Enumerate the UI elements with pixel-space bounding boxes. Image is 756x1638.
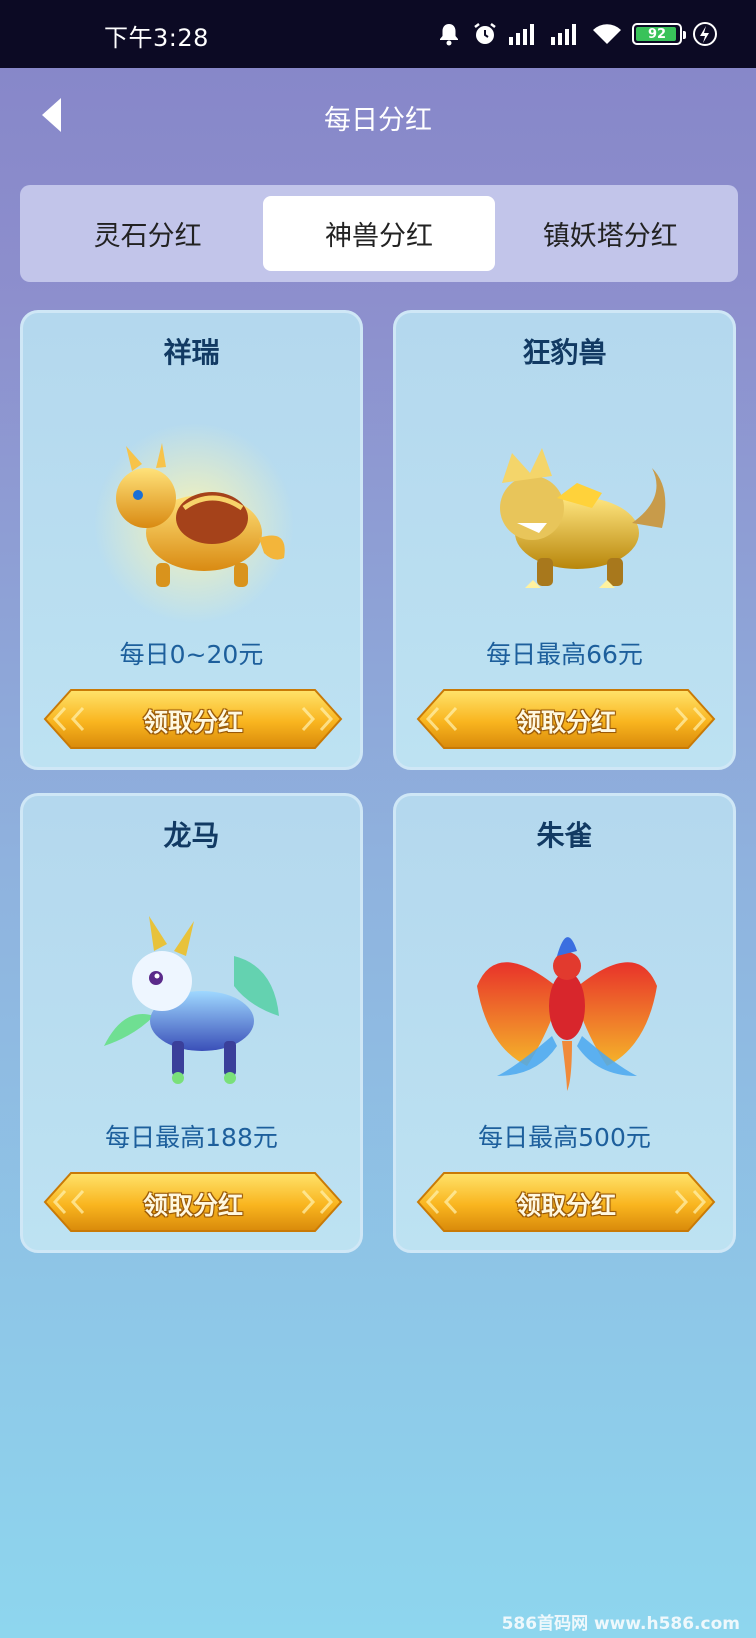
beast-name: 龙马: [163, 819, 220, 852]
red-phoenix-icon: [477, 937, 657, 1091]
beast-card-leopard: 狂豹兽 每日最高66元 领取分红: [393, 310, 736, 770]
claim-dividend-button[interactable]: 领取分红: [43, 1171, 343, 1233]
beast-card-phoenix: 朱雀 每日最高500元 领取分红: [393, 793, 736, 1253]
page-title: 每日分红: [324, 105, 432, 136]
reward-text: 每日最高188元: [105, 1123, 278, 1152]
battery-icon: 92: [632, 23, 686, 45]
signal-icon-2: [551, 24, 576, 45]
wifi-icon: [593, 24, 621, 44]
reward-text: 每日0~20元: [119, 640, 264, 669]
page-header: 每日分红: [0, 68, 756, 164]
tab-spirit-stone[interactable]: 灵石分红: [32, 196, 263, 271]
battery-level: 92: [647, 26, 667, 42]
status-bar: 下午3:28 92: [0, 0, 756, 68]
beast-card-dragon-horse: 龙马 每日最高188元 领取分红: [20, 793, 363, 1253]
beast-name: 狂豹兽: [522, 336, 607, 369]
charging-icon: [693, 22, 717, 46]
reward-text: 每日最高500元: [478, 1123, 651, 1152]
status-icons: 92: [436, 14, 718, 54]
reward-text: 每日最高66元: [486, 640, 643, 669]
claim-dividend-button[interactable]: 领取分红: [416, 688, 716, 750]
beast-card-xiangrui: 祥瑞 每日0~20元 领取分红: [20, 310, 363, 770]
beast-name: 朱雀: [536, 819, 593, 852]
status-time: 下午3:28: [104, 24, 209, 52]
alarm-clock-icon: [474, 23, 496, 44]
bell-icon: [440, 24, 458, 46]
claim-dividend-button[interactable]: 领取分红: [43, 688, 343, 750]
tab-divine-beast[interactable]: 神兽分红: [263, 196, 495, 271]
signal-icon: [509, 24, 534, 45]
golden-leopard-beast-icon: [500, 448, 666, 588]
blue-dragon-horse-icon: [104, 916, 279, 1084]
claim-dividend-button[interactable]: 领取分红: [416, 1171, 716, 1233]
beast-name: 祥瑞: [163, 336, 220, 369]
claim-button-label: 领取分红: [142, 708, 243, 737]
golden-dragon-turtle-icon: [94, 423, 294, 623]
claim-button-label: 领取分红: [142, 1191, 243, 1220]
tab-demon-tower[interactable]: 镇妖塔分红: [495, 196, 726, 271]
claim-button-label: 领取分红: [515, 1191, 616, 1220]
claim-button-label: 领取分红: [515, 708, 616, 737]
watermark: 586首码网 www.h586.com: [501, 1614, 740, 1634]
tab-bar: 灵石分红 神兽分红 镇妖塔分红: [20, 185, 738, 282]
